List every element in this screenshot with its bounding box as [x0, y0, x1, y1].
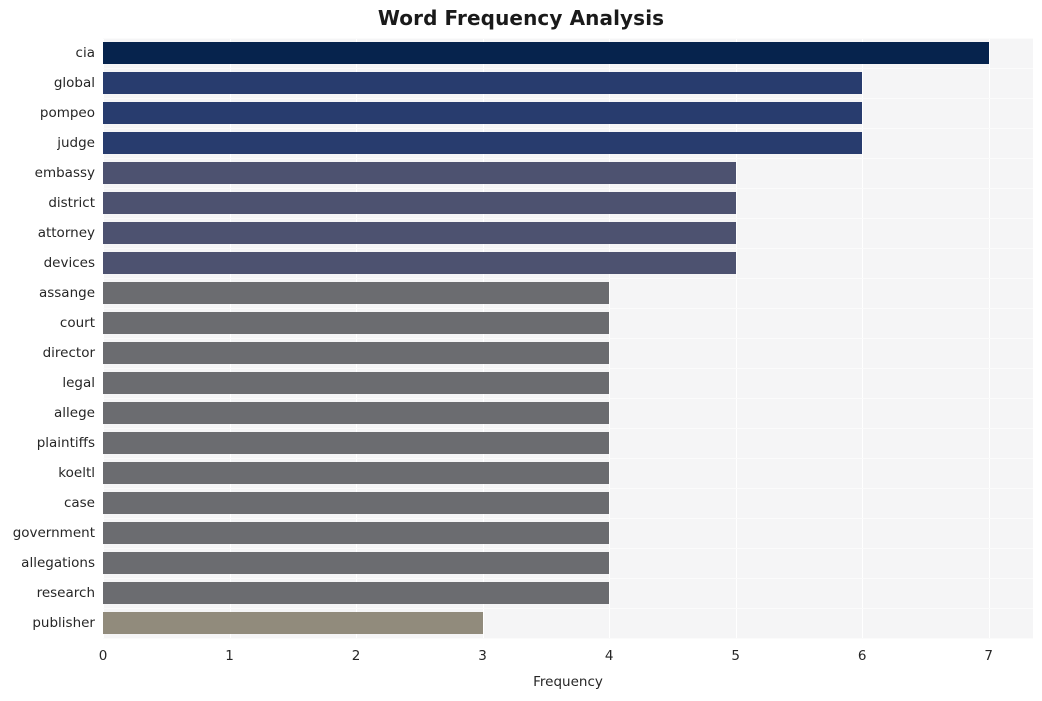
y-tick-label-assange: assange	[38, 285, 95, 301]
bar-row	[103, 128, 1033, 158]
bar-director[interactable]	[103, 342, 610, 364]
bar-court[interactable]	[103, 312, 610, 334]
y-tick-label-embassy: embassy	[34, 165, 95, 181]
y-tick-label-director: director	[42, 345, 95, 361]
x-tick-label-0: 0	[98, 648, 108, 664]
bar-row	[103, 518, 1033, 548]
y-tick-label-allegations: allegations	[21, 555, 95, 571]
x-tick-label-1: 1	[225, 648, 234, 664]
bar-allegations[interactable]	[103, 552, 610, 574]
bar-row	[103, 578, 1033, 608]
x-tick-label-2: 2	[351, 648, 361, 664]
y-tick-label-judge: judge	[57, 135, 95, 151]
bar-case[interactable]	[103, 492, 610, 514]
x-tick-label-4: 4	[604, 648, 614, 664]
bar-pompeo[interactable]	[103, 102, 863, 124]
bar-row	[103, 458, 1033, 488]
y-tick-label-global: global	[53, 75, 95, 91]
bar-row	[103, 488, 1033, 518]
x-tick-label-7: 7	[984, 648, 993, 664]
bar-devices[interactable]	[103, 252, 736, 274]
y-axis-tick-labels: cia global pompeo judge embassy district attor…	[0, 38, 95, 638]
bar-embassy[interactable]	[103, 162, 736, 184]
y-tick-label-research: research	[36, 585, 95, 601]
x-tick-label-6: 6	[857, 648, 867, 664]
bar-allege[interactable]	[103, 402, 610, 424]
bar-publisher[interactable]	[103, 612, 483, 634]
bar-global[interactable]	[103, 72, 863, 94]
bar-research[interactable]	[103, 582, 610, 604]
bar-row	[103, 218, 1033, 248]
bar-plaintiffs[interactable]	[103, 432, 610, 454]
bar-government[interactable]	[103, 522, 610, 544]
y-tick-label-plaintiffs: plaintiffs	[36, 435, 95, 451]
bar-row	[103, 308, 1033, 338]
x-axis-label: Frequency	[533, 674, 603, 690]
y-tick-label-court: court	[59, 315, 95, 331]
y-tick-label-allege: allege	[54, 405, 95, 421]
bar-district[interactable]	[103, 192, 736, 214]
y-tick-label-pompeo: pompeo	[39, 105, 95, 121]
bar-row	[103, 428, 1033, 458]
y-tick-label-legal: legal	[62, 375, 95, 391]
bar-cia[interactable]	[103, 42, 989, 64]
chart-figure: Word Frequency Analysis cia global pompeo j…	[0, 0, 1042, 701]
y-tick-label-government: government	[12, 525, 95, 541]
x-axis-tick-labels: 0 1 2 3 4 5 6 7	[0, 648, 1042, 670]
bar-row	[103, 158, 1033, 188]
plot-area	[103, 38, 1033, 639]
bar-row	[103, 368, 1033, 398]
y-tick-label-devices: devices	[43, 255, 95, 271]
y-tick-label-district: district	[48, 195, 95, 211]
y-tick-label-attorney: attorney	[37, 225, 95, 241]
bar-row	[103, 188, 1033, 218]
x-tick-label-5: 5	[731, 648, 740, 664]
bar-assange[interactable]	[103, 282, 610, 304]
y-tick-label-cia: cia	[75, 45, 95, 61]
bar-judge[interactable]	[103, 132, 863, 154]
bar-row	[103, 248, 1033, 278]
y-tick-label-publisher: publisher	[32, 615, 95, 631]
bar-row	[103, 68, 1033, 98]
bar-row	[103, 338, 1033, 368]
y-tick-label-koeltl: koeltl	[58, 465, 95, 481]
bar-row	[103, 98, 1033, 128]
bar-row	[103, 38, 1033, 68]
bar-row	[103, 608, 1033, 638]
bar-row	[103, 548, 1033, 578]
bar-row	[103, 278, 1033, 308]
bar-legal[interactable]	[103, 372, 610, 394]
bar-row	[103, 398, 1033, 428]
x-tick-label-3: 3	[478, 648, 487, 664]
bar-koeltl[interactable]	[103, 462, 610, 484]
bar-attorney[interactable]	[103, 222, 736, 244]
gridline-y	[103, 638, 1033, 639]
y-tick-label-case: case	[63, 495, 95, 511]
chart-title: Word Frequency Analysis	[377, 6, 665, 30]
